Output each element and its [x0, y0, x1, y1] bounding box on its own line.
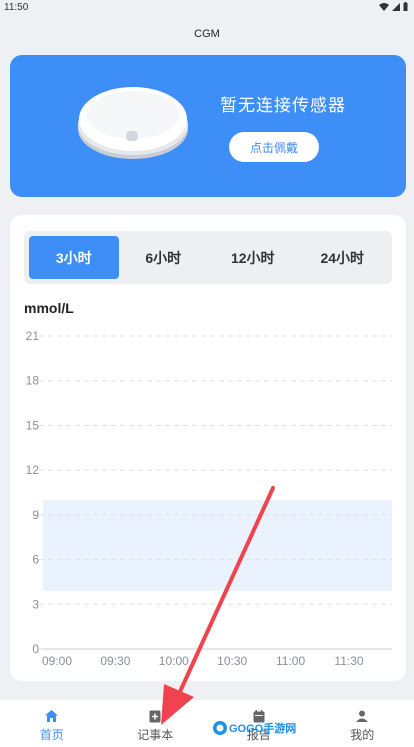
glucose-chart: 0 3 6 9 12 15 18 21 09:00 09:30 10:00 10:30 11:00 11:… — [26, 329, 392, 668]
svg-text:GOGO手游网: GOGO手游网 — [229, 721, 296, 735]
sensor-status-text: 暂无连接传感器 — [220, 96, 346, 115]
wear-sensor-button[interactable]: 点击佩戴 — [229, 132, 319, 162]
nav-item-notebook[interactable]: 记事本 — [104, 700, 208, 747]
y-tick-label: 15 — [26, 418, 40, 432]
nav-label-home: 首页 — [39, 728, 64, 742]
y-tick-label: 18 — [26, 374, 40, 388]
sensor-device-image — [78, 87, 188, 159]
status-time: 11:50 — [4, 2, 29, 13]
profile-icon — [355, 709, 369, 723]
home-icon — [45, 709, 59, 723]
nav-item-home[interactable]: 首页 — [0, 700, 104, 747]
x-tick-label: 09:00 — [42, 654, 72, 668]
y-tick-label: 9 — [32, 508, 39, 522]
notebook-icon — [148, 709, 162, 723]
app-title: CGM — [194, 28, 220, 40]
y-tick-label: 21 — [26, 329, 40, 343]
x-tick-label: 10:00 — [159, 654, 189, 668]
nav-label-notebook: 记事本 — [137, 728, 174, 742]
target-range-band — [43, 499, 392, 591]
status-bar: 11:50 — [0, 0, 414, 16]
bottom-nav: 首页 记事本 报告 我的 — [0, 700, 414, 747]
wifi-icon — [379, 2, 389, 14]
signal-icon — [392, 2, 400, 14]
x-tick-label: 09:30 — [100, 654, 130, 668]
sensor-card: 暂无连接传感器 点击佩戴 — [10, 55, 406, 197]
x-tick-label: 10:30 — [217, 654, 247, 668]
status-icons — [379, 2, 408, 14]
x-tick-label: 11:30 — [334, 654, 363, 668]
y-tick-label: 0 — [32, 642, 39, 656]
glucose-chart-card: 3小时 6小时 12小时 24小时 mmol/L 0 3 6 9 12 15 18 21 09:… — [10, 215, 406, 681]
y-tick-label: 3 — [32, 597, 39, 611]
nav-item-profile[interactable]: 我的 — [311, 700, 414, 747]
y-tick-label: 12 — [26, 463, 40, 477]
nav-label-profile: 我的 — [350, 728, 375, 742]
y-tick-label: 6 — [32, 553, 39, 567]
gogo-watermark-logo: GOGO手游网 — [213, 721, 296, 735]
battery-icon — [403, 2, 408, 14]
x-tick-label: 11:00 — [276, 654, 305, 668]
